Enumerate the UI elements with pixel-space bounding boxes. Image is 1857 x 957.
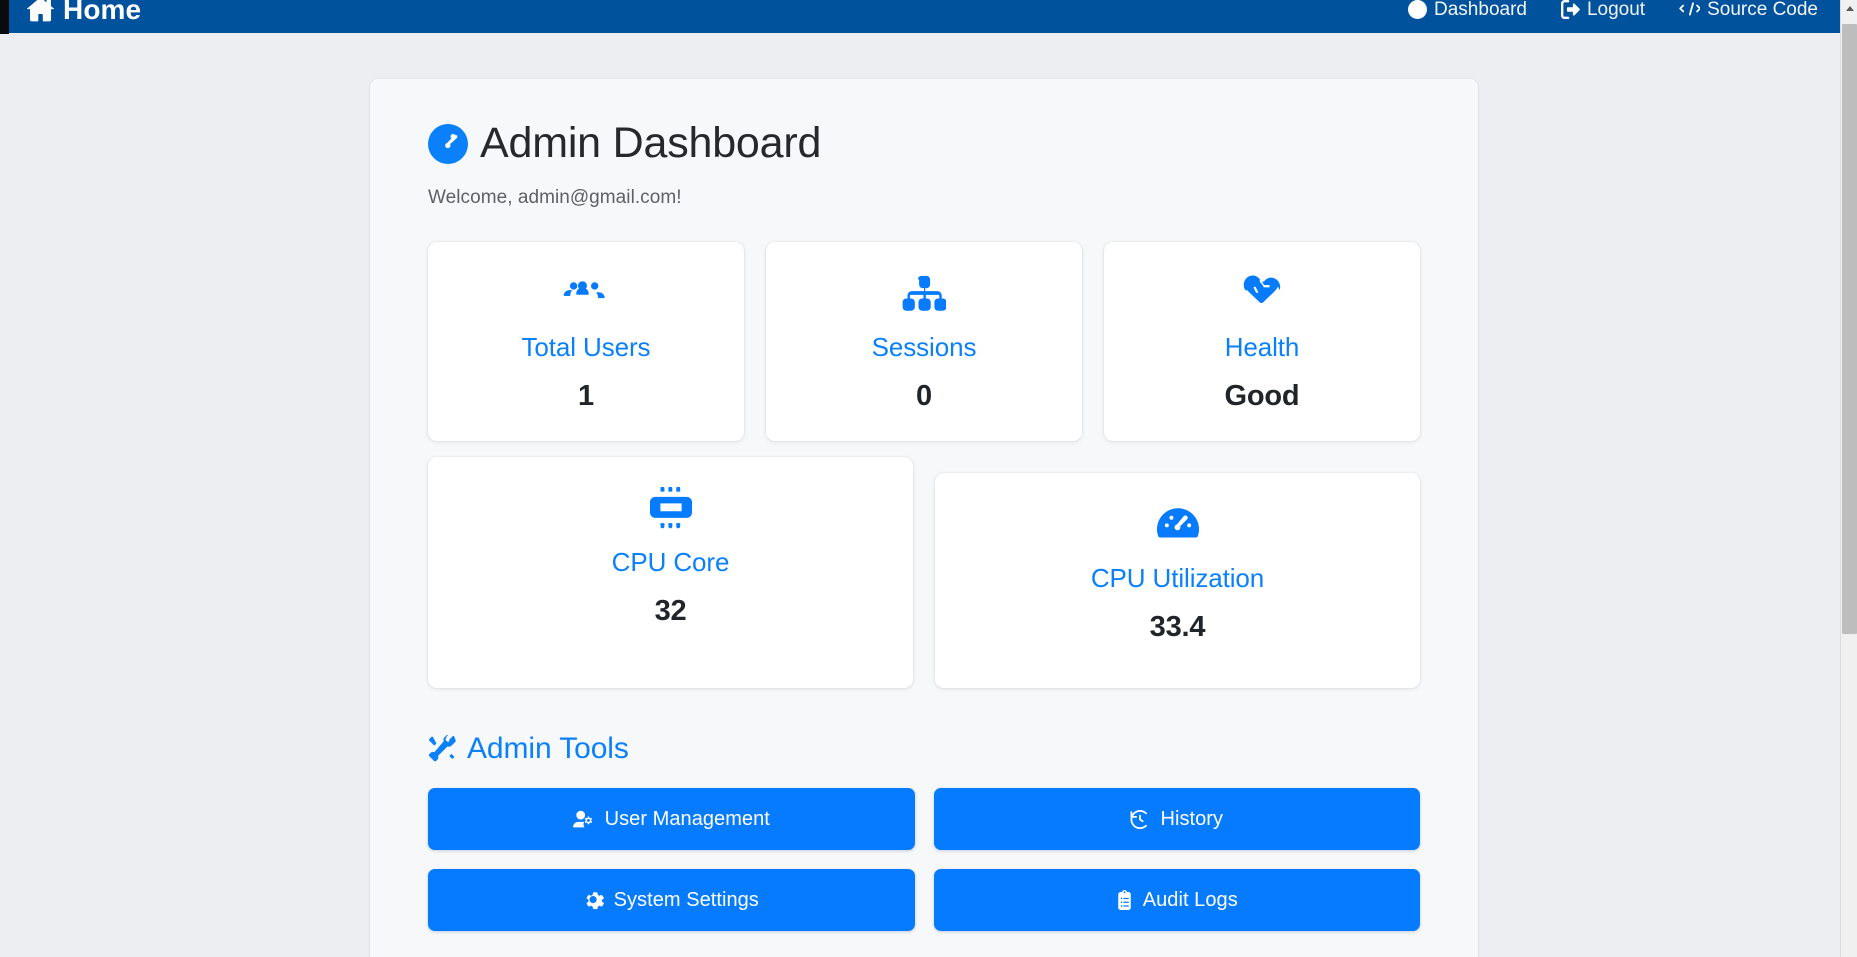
stat-card-cpu-utilization: CPU Utilization 33.4 xyxy=(935,473,1420,689)
navbar-links: Dashboard Logout Source Code xyxy=(1408,0,1818,21)
stat-card-total-users: Total Users 1 xyxy=(428,242,744,442)
nav-link-source-code-label: Source Code xyxy=(1707,0,1818,20)
home-icon xyxy=(27,0,54,23)
user-management-button[interactable]: User Management xyxy=(428,788,915,851)
heart-pulse-icon xyxy=(1240,268,1284,318)
clock-rotate-left-icon xyxy=(1130,809,1150,829)
admin-tools-header: Admin Tools xyxy=(428,732,1420,766)
nav-link-logout-label: Logout xyxy=(1586,0,1646,20)
page-title-label: Admin Dashboard xyxy=(480,119,822,167)
system-settings-label: System Settings xyxy=(613,888,759,911)
nav-link-dashboard[interactable]: Dashboard xyxy=(1408,0,1527,21)
stat-card-health: Health Good xyxy=(1104,242,1420,442)
navbar-brand-label: Home xyxy=(63,0,142,25)
stat-value: Good xyxy=(1224,380,1300,413)
user-gear-icon xyxy=(572,810,595,829)
scrollbar-thumb[interactable] xyxy=(1842,24,1857,634)
stat-value: 32 xyxy=(654,595,687,628)
microchip-icon xyxy=(649,483,692,533)
vertical-scrollbar[interactable] xyxy=(1840,0,1857,957)
stat-value: 33.4 xyxy=(1149,611,1206,644)
audit-logs-label: Audit Logs xyxy=(1142,888,1238,911)
gauge-icon xyxy=(428,123,468,164)
tools-icon xyxy=(428,735,456,763)
gauge-icon xyxy=(1155,499,1201,549)
nav-link-logout[interactable]: Logout xyxy=(1560,0,1646,21)
top-navbar: Home Dashboard Logout Source Code xyxy=(9,0,1840,33)
stat-row-primary: Total Users 1 Sessions 0 Health Good xyxy=(428,242,1420,442)
page-scroll-region: Admin Dashboard Welcome, admin@gmail.com… xyxy=(9,33,1840,957)
welcome-message: Welcome, admin@gmail.com! xyxy=(428,187,682,209)
scrollbar-up-arrow[interactable] xyxy=(1841,0,1857,17)
history-button[interactable]: History xyxy=(933,788,1420,851)
nav-link-source-code[interactable]: Source Code xyxy=(1679,0,1818,21)
system-settings-button[interactable]: System Settings xyxy=(428,869,915,932)
code-icon xyxy=(1679,0,1701,19)
stat-card-sessions: Sessions 0 xyxy=(766,242,1082,442)
stat-value: 1 xyxy=(578,380,594,413)
nav-link-dashboard-label: Dashboard xyxy=(1434,0,1527,20)
sitemap-icon xyxy=(902,268,946,318)
clipboard-list-icon xyxy=(1116,890,1133,911)
admin-tools-label: Admin Tools xyxy=(467,732,629,766)
stat-label: Sessions xyxy=(871,332,977,363)
dashboard-container: Admin Dashboard Welcome, admin@gmail.com… xyxy=(370,79,1478,957)
navbar-brand-home[interactable]: Home xyxy=(27,0,141,26)
users-icon xyxy=(563,268,609,318)
sign-out-icon xyxy=(1560,0,1580,19)
left-edge-strip xyxy=(0,0,9,34)
stat-label: CPU Core xyxy=(611,547,730,578)
stat-label: Total Users xyxy=(521,332,651,363)
history-label: History xyxy=(1160,807,1224,830)
stat-label: CPU Utilization xyxy=(1090,563,1265,594)
audit-logs-button[interactable]: Audit Logs xyxy=(933,869,1420,932)
chevron-up-icon xyxy=(1845,6,1854,11)
gear-icon xyxy=(584,890,604,910)
gauge-icon xyxy=(1408,0,1428,19)
stat-value: 0 xyxy=(916,380,932,413)
stat-row-secondary: CPU Core 32 CPU Utilization 33.4 xyxy=(428,457,1420,689)
user-management-label: User Management xyxy=(604,807,770,830)
stat-label: Health xyxy=(1224,332,1300,363)
stat-card-cpu-core: CPU Core 32 xyxy=(428,457,913,689)
admin-tools-grid: User Management History System Settings … xyxy=(428,788,1420,957)
page-title: Admin Dashboard xyxy=(428,119,1420,167)
